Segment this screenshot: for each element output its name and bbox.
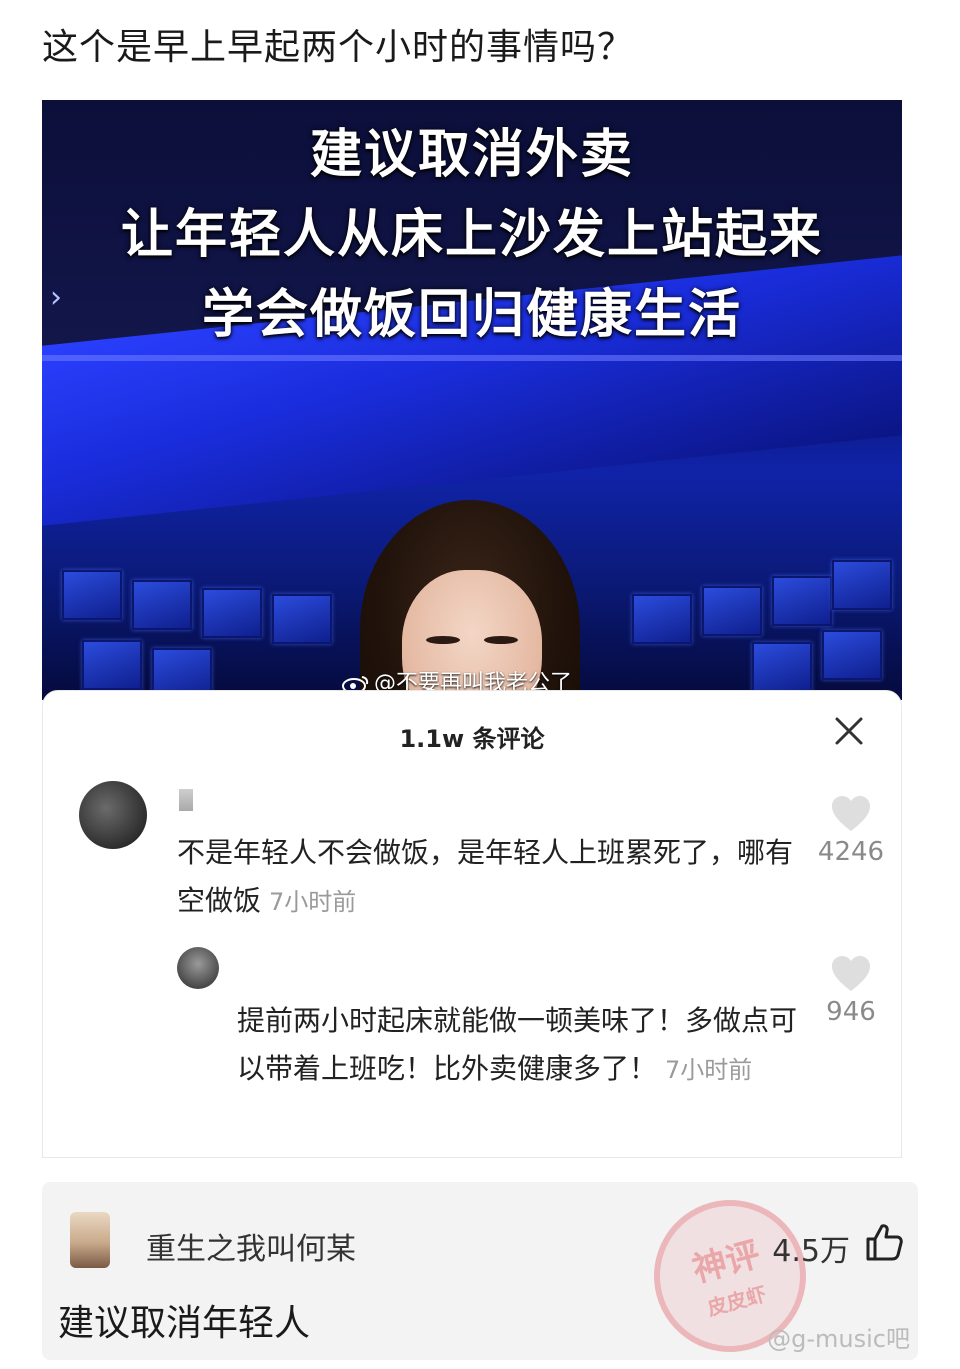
comment-time: 7小时前 — [665, 1056, 753, 1084]
post-question: 这个是早上早起两个小时的事情吗？ — [42, 27, 635, 68]
reply-like-count: 4.5万 — [772, 1234, 850, 1269]
like-button[interactable]: 946 — [801, 955, 901, 1027]
chevron-right-icon[interactable]: › — [50, 280, 62, 315]
reply-card: 重生之我叫何某 神评 皮皮虾 4.5万 建议取消年轻人 @g-music吧 — [42, 1182, 918, 1369]
anchor-eye-right — [484, 636, 518, 644]
comment-text: 不是年轻人不会做饭，是年轻人上班累死了，哪有空做饭 7小时前 — [177, 829, 797, 926]
studio-light-stripe — [42, 355, 902, 361]
heart-icon — [832, 956, 870, 991]
close-icon[interactable] — [831, 713, 867, 749]
like-count: 946 — [826, 997, 876, 1027]
thumbs-up-icon[interactable] — [864, 1222, 904, 1262]
anchor-eye-left — [426, 636, 460, 644]
comment-time: 7小时前 — [269, 888, 357, 916]
like-count: 4246 — [817, 837, 885, 867]
headline-line-3: 学会做饭回归健康生活 — [201, 285, 742, 345]
comment-text: 提前两小时起床就能做一顿美味了！多做点可以带着上班吃！比外卖健康多了！ 7小时前 — [237, 997, 817, 1094]
like-button[interactable]: 4246 — [801, 795, 901, 867]
headline-line-1: 建议取消外卖 — [309, 125, 634, 185]
username-redacted — [179, 789, 193, 811]
avatar[interactable] — [79, 781, 147, 849]
reply-text: 建议取消年轻人 — [58, 1303, 311, 1344]
news-screenshot: 建议取消外卖 让年轻人从床上沙发上站起来 学会做饭回归健康生活 › @不要再叫我… — [42, 100, 902, 700]
reply-username[interactable]: 重生之我叫何某 — [146, 1224, 356, 1268]
site-watermark: @g-music吧 — [767, 1325, 910, 1353]
headline-line-2: 让年轻人从床上沙发上站起来 — [120, 205, 823, 265]
comment-count: 1.1w 条评论 — [399, 725, 545, 753]
avatar[interactable] — [177, 947, 219, 989]
heart-icon — [832, 796, 870, 831]
avatar[interactable] — [70, 1212, 110, 1268]
comments-sheet: 1.1w 条评论 不是年轻人不会做饭，是年轻人上班累死了，哪有空做饭 7小时前 4… — [42, 690, 902, 1158]
